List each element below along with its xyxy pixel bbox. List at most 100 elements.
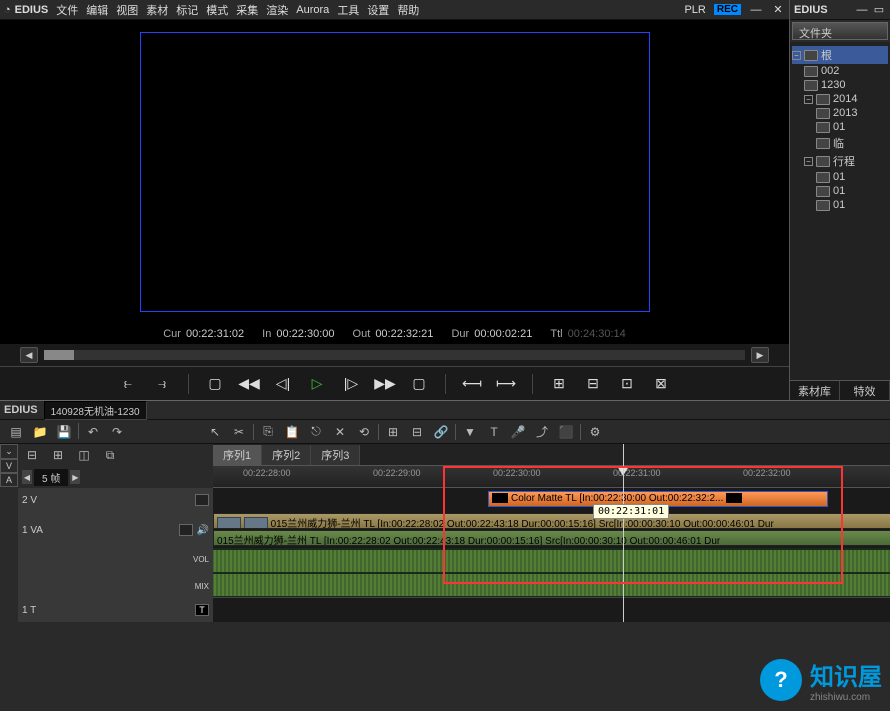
tab-seq2[interactable]: 序列2	[262, 445, 311, 465]
tool-marker-icon[interactable]: ▼	[460, 423, 480, 441]
tool-title-icon[interactable]: T	[484, 423, 504, 441]
extra1-icon[interactable]: ⊡	[615, 373, 639, 395]
menu-help[interactable]: 帮助	[397, 2, 419, 18]
bin-minimize-icon[interactable]: —	[855, 3, 869, 17]
va-dropdown-icon[interactable]: ⌄	[0, 444, 18, 459]
v-label[interactable]: V	[0, 459, 18, 473]
tree-item[interactable]: 01	[792, 184, 888, 198]
track-waveform[interactable]	[213, 548, 890, 598]
snap-icon[interactable]: ⧉	[100, 446, 120, 464]
timeline-ruler[interactable]: 00:22:28:00 00:22:29:00 00:22:30:00 00:2…	[213, 466, 890, 488]
tree-item[interactable]: 1230	[792, 78, 888, 92]
step-prev-icon[interactable]: ◀	[22, 470, 32, 484]
tab-seq1[interactable]: 序列1	[213, 445, 262, 465]
tool-render-icon[interactable]: ⬛	[556, 423, 576, 441]
next-frame-icon[interactable]: |▷	[339, 373, 363, 395]
menu-clip[interactable]: 素材	[146, 2, 168, 18]
menu-mode[interactable]: 模式	[206, 2, 228, 18]
menu-view[interactable]: 视图	[116, 2, 138, 18]
tool-undo-icon[interactable]: ↶	[83, 423, 103, 441]
tree-root[interactable]: −根	[792, 46, 888, 64]
tool-link-icon[interactable]: 🔗	[431, 423, 451, 441]
insert-icon[interactable]: ⊞	[547, 373, 571, 395]
in-value[interactable]: 00:22:30:00	[276, 328, 334, 340]
track-header-va1[interactable]: 1 VA 🔊	[18, 512, 213, 548]
tab-bin[interactable]: 素材库	[790, 381, 840, 400]
a-label[interactable]: A	[0, 473, 18, 487]
tool-cut-icon[interactable]: ✂	[229, 423, 249, 441]
cur-value[interactable]: 00:22:31:02	[186, 328, 244, 340]
tool-paste-icon[interactable]: 📋	[282, 423, 302, 441]
set-out-icon[interactable]: ⥽	[150, 373, 174, 395]
tool-copy-icon[interactable]: ⎘	[258, 423, 278, 441]
step-value[interactable]: 5 帧	[34, 469, 68, 486]
zoom-in-icon[interactable]: ⊞	[48, 446, 68, 464]
close-icon[interactable]: ✕	[771, 3, 785, 17]
next-edit-icon[interactable]: ⟼	[494, 373, 518, 395]
tree-item[interactable]: −2014	[792, 92, 888, 106]
tab-seq3[interactable]: 序列3	[311, 445, 360, 465]
tool-delete-icon[interactable]: ✕	[330, 423, 350, 441]
dur-value[interactable]: 00:00:02:21	[474, 328, 532, 340]
speaker-icon[interactable]: 🔊	[197, 525, 209, 536]
tool-new-icon[interactable]: ▤	[6, 423, 26, 441]
extra2-icon[interactable]: ⊠	[649, 373, 673, 395]
scrub-right-icon[interactable]: ▶	[751, 347, 769, 363]
track-header-vol[interactable]: VOL MIX	[18, 548, 213, 598]
frame-stepper[interactable]: ◀ 5 帧 ▶	[22, 469, 80, 486]
track-toggle-icon[interactable]	[195, 494, 209, 506]
tree-item[interactable]: 临	[792, 134, 888, 152]
loop-icon[interactable]: ▢	[407, 373, 431, 395]
tool-group-icon[interactable]: ⊞	[383, 423, 403, 441]
prev-edit-icon[interactable]: ⟻	[460, 373, 484, 395]
tree-item[interactable]: 002	[792, 64, 888, 78]
tree-item[interactable]: 2013	[792, 106, 888, 120]
rec-badge[interactable]: REC	[714, 4, 741, 15]
prev-frame-icon[interactable]: ◁|	[271, 373, 295, 395]
menu-render[interactable]: 渲染	[266, 2, 288, 18]
out-value[interactable]: 00:22:32:21	[375, 328, 433, 340]
bin-restore-icon[interactable]: ▭	[872, 2, 886, 16]
track-t1[interactable]	[213, 598, 890, 622]
clip-video[interactable]: 015兰州威力狮-兰州 TL [In:00:22:28:02 Out:00:22…	[213, 513, 890, 529]
tool-open-icon[interactable]: 📁	[30, 423, 50, 441]
tool-ungroup-icon[interactable]: ⊟	[407, 423, 427, 441]
tool-audio-icon[interactable]: 🎤	[508, 423, 528, 441]
play-icon[interactable]: ▷	[305, 373, 329, 395]
zoom-fit-icon[interactable]: ◫	[74, 446, 94, 464]
scrub-left-icon[interactable]: ◀	[20, 347, 38, 363]
scrub-track[interactable]	[44, 350, 745, 360]
tool-redo-icon[interactable]: ↷	[107, 423, 127, 441]
tool-cursor-icon[interactable]: ↖	[205, 423, 225, 441]
tool-ripple-icon[interactable]: ⟲	[354, 423, 374, 441]
menu-tools[interactable]: 工具	[337, 2, 359, 18]
menu-marker[interactable]: 标记	[176, 2, 198, 18]
tool-split-icon[interactable]: ⎋	[306, 423, 326, 441]
menu-aurora[interactable]: Aurora	[296, 4, 329, 16]
menu-file[interactable]: 文件	[56, 2, 78, 18]
track-video-toggle-icon[interactable]	[179, 524, 193, 536]
tree-item[interactable]: 01	[792, 170, 888, 184]
tab-effects[interactable]: 特效	[840, 381, 890, 400]
tool-save-icon[interactable]: 💾	[54, 423, 74, 441]
tree-item[interactable]: 01	[792, 120, 888, 134]
track-va1[interactable]: 015兰州威力狮-兰州 TL [In:00:22:28:02 Out:00:22…	[213, 512, 890, 548]
set-in-icon[interactable]: ⥼	[116, 373, 140, 395]
track-header-t1[interactable]: 1 T T	[18, 598, 213, 622]
scrub-handle[interactable]	[44, 350, 74, 360]
rewind-icon[interactable]: ◀◀	[237, 373, 261, 395]
zoom-out-icon[interactable]: ⊟	[22, 446, 42, 464]
track-header-v2[interactable]: 2 V	[18, 488, 213, 512]
menu-capture[interactable]: 采集	[236, 2, 258, 18]
clip-audio[interactable]: 015兰州威力狮-兰州 TL [In:00:22:28:02 Out:00:22…	[213, 530, 890, 546]
minimize-icon[interactable]: —	[749, 3, 763, 17]
playhead[interactable]	[623, 444, 624, 622]
tool-export-icon[interactable]: ⤴	[532, 423, 552, 441]
menu-settings[interactable]: 设置	[367, 2, 389, 18]
stop-icon[interactable]: ▢	[203, 373, 227, 395]
step-next-icon[interactable]: ▶	[70, 470, 80, 484]
fast-forward-icon[interactable]: ▶▶	[373, 373, 397, 395]
tree-item[interactable]: 01	[792, 198, 888, 212]
track-v2[interactable]: Color Matte TL [In:00:22:30:00 Out:00:22…	[213, 488, 890, 512]
overwrite-icon[interactable]: ⊟	[581, 373, 605, 395]
